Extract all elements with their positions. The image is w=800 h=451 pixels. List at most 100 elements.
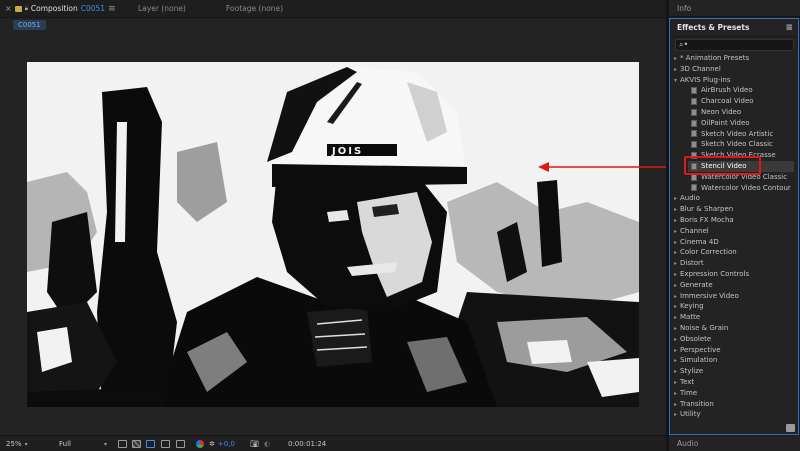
audio-panel[interactable]: Audio [669, 436, 800, 451]
effects-category[interactable]: ▸ Simulation [670, 355, 798, 366]
effects-panel-header: Effects & Presets ≡ [670, 19, 798, 37]
tab-layer-label: Layer (none) [138, 4, 186, 13]
close-icon[interactable]: × [5, 4, 12, 13]
mask-icon [146, 440, 155, 448]
snapshot-button[interactable]: 📷︎ [250, 438, 259, 450]
effects-category[interactable]: ▸ Perspective [670, 345, 798, 356]
effects-category[interactable]: ▸ Boris FX Mocha [670, 215, 798, 226]
effects-category[interactable]: ▸ Noise & Grain [670, 323, 798, 334]
3d-view-button[interactable] [176, 438, 185, 450]
effects-category[interactable]: ▸ Distort [670, 258, 798, 269]
effects-category[interactable]: ▸ Obsolete [670, 334, 798, 345]
effects-item-label: Noise & Grain [680, 323, 729, 332]
transparency-grid-button[interactable] [132, 438, 141, 450]
lock-icon[interactable]: 🔒︎ [25, 5, 28, 13]
plugin-effect-icon [691, 98, 697, 106]
effects-category[interactable]: ▸ Generate [670, 280, 798, 291]
effects-item-label: Perspective [680, 345, 721, 354]
composition-viewer[interactable]: JOIS [27, 62, 639, 407]
effects-category[interactable]: ▸ Cinema 4D [670, 237, 798, 248]
effects-category[interactable]: ▸ Time [670, 388, 798, 399]
rgb-channel-icon [196, 440, 204, 448]
region-icon [118, 440, 127, 448]
annotation-arrow [538, 162, 684, 172]
region-of-interest-button[interactable] [118, 438, 127, 450]
show-snapshot-button[interactable]: ◐ [264, 438, 270, 450]
effects-item-label: OilPaint Video [701, 118, 750, 127]
effects-category[interactable]: ▸ Color Correction [670, 247, 798, 258]
info-panel[interactable]: Info [669, 0, 800, 17]
effects-category[interactable]: ▾ AKVIS Plug-ins [670, 75, 798, 86]
panel-menu-icon[interactable]: ≡ [108, 4, 116, 13]
new-bin-icon[interactable] [786, 424, 795, 432]
current-time[interactable]: 0:00:01:24 [288, 438, 326, 450]
effects-category[interactable]: ▸ Expression Controls [670, 269, 798, 280]
effects-category[interactable]: ▸ Blur & Sharpen [670, 204, 798, 215]
effects-item-label: Charcoal Video [701, 97, 754, 106]
composition-tabbar: × 🔒︎ Composition C0051 ≡ Layer (none) Fo… [0, 0, 666, 18]
effects-item-label: * Animation Presets [680, 54, 750, 62]
effect-item[interactable]: Charcoal Video [670, 96, 798, 107]
effects-category[interactable]: ▸ Channel [670, 226, 798, 237]
chevron-down-icon: ▾ [24, 440, 28, 448]
effect-item[interactable]: Neon Video [670, 107, 798, 118]
effect-item[interactable]: Sketch Video Classic [670, 139, 798, 150]
effects-item-label: AKVIS Plug-ins [680, 75, 731, 84]
effects-panel-title: Effects & Presets [677, 23, 750, 32]
effects-item-label: Sketch Video Artistic [701, 129, 774, 138]
tab-layer[interactable]: Layer (none) [138, 4, 186, 13]
effects-category[interactable]: ▸ Text [670, 377, 798, 388]
viewer-toolbar: 25% ▾ Full ▾ ✲ +0,0 📷︎ ◐ 0:00:01:24 [0, 435, 666, 451]
channel-button[interactable] [196, 438, 204, 450]
tab-footage-label: Footage (none) [226, 4, 284, 13]
mask-visibility-button[interactable] [146, 438, 155, 450]
effects-item-label: Simulation [680, 356, 718, 365]
effects-category[interactable]: ▸ Stylize [670, 366, 798, 377]
effects-item-label: Time [680, 388, 698, 397]
effects-category[interactable]: ▸ Keying [670, 301, 798, 312]
exposure-icon: ✲ [209, 440, 215, 448]
effect-item[interactable]: Sketch Video Artistic [670, 129, 798, 140]
view-icon [176, 440, 185, 448]
plugin-effect-icon [691, 87, 697, 95]
camera-icon: 📷︎ [250, 440, 259, 448]
exposure-control[interactable]: ✲ +0,0 [209, 438, 235, 450]
effects-category[interactable]: ▸ Immersive Video [670, 291, 798, 302]
effects-item-label: Transition [680, 399, 714, 408]
effects-item-label: Generate [680, 280, 713, 289]
timecode: 0:00:01:24 [288, 440, 327, 448]
svg-text:JOIS: JOIS [331, 146, 363, 157]
plugin-effect-icon [691, 108, 697, 116]
panel-menu-icon[interactable]: ≡ [785, 23, 793, 33]
resolution-value: Full [59, 440, 71, 448]
zoom-dropdown[interactable]: 25% ▾ [6, 438, 28, 450]
effects-item-label: Boris FX Mocha [680, 215, 734, 224]
effects-item-label: Distort [680, 259, 704, 268]
effects-item-label: Channel [680, 226, 709, 235]
tab-composition[interactable]: × 🔒︎ Composition C0051 ≡ [5, 4, 116, 13]
snapshot-icon: ◐ [264, 440, 271, 448]
effects-search-input[interactable]: ⌕• [675, 39, 794, 51]
effects-item-label: Text [680, 377, 695, 386]
effects-category[interactable]: ▸ Utility [670, 409, 798, 420]
effects-item-label: Expression Controls [680, 269, 750, 278]
effects-category[interactable]: ▸ 3D Channel [670, 64, 798, 75]
effects-category[interactable]: ▸ Matte [670, 312, 798, 323]
effect-item[interactable]: Watercolor Video Contour [670, 183, 798, 194]
stencil-preview-image: JOIS [27, 62, 639, 407]
plugin-effect-icon [691, 119, 697, 127]
effects-category[interactable]: ▸ * Animation Presets [670, 53, 798, 64]
effects-category[interactable]: ▸ Audio [670, 193, 798, 204]
effects-item-label: Cinema 4D [680, 237, 719, 246]
plugin-effect-icon [691, 184, 697, 192]
effect-item[interactable]: AirBrush Video [670, 85, 798, 96]
tab-footage[interactable]: Footage (none) [226, 4, 283, 13]
exposure-value: +0,0 [217, 440, 235, 448]
safe-zone-icon [161, 440, 170, 448]
effects-category[interactable]: ▸ Transition [670, 399, 798, 410]
safe-zones-button[interactable] [161, 438, 170, 450]
resolution-dropdown[interactable]: Full ▾ [59, 438, 107, 450]
comp-name-chip[interactable]: C0051 [13, 20, 46, 30]
effect-item[interactable]: OilPaint Video [670, 118, 798, 129]
effects-item-label: Color Correction [680, 248, 737, 257]
